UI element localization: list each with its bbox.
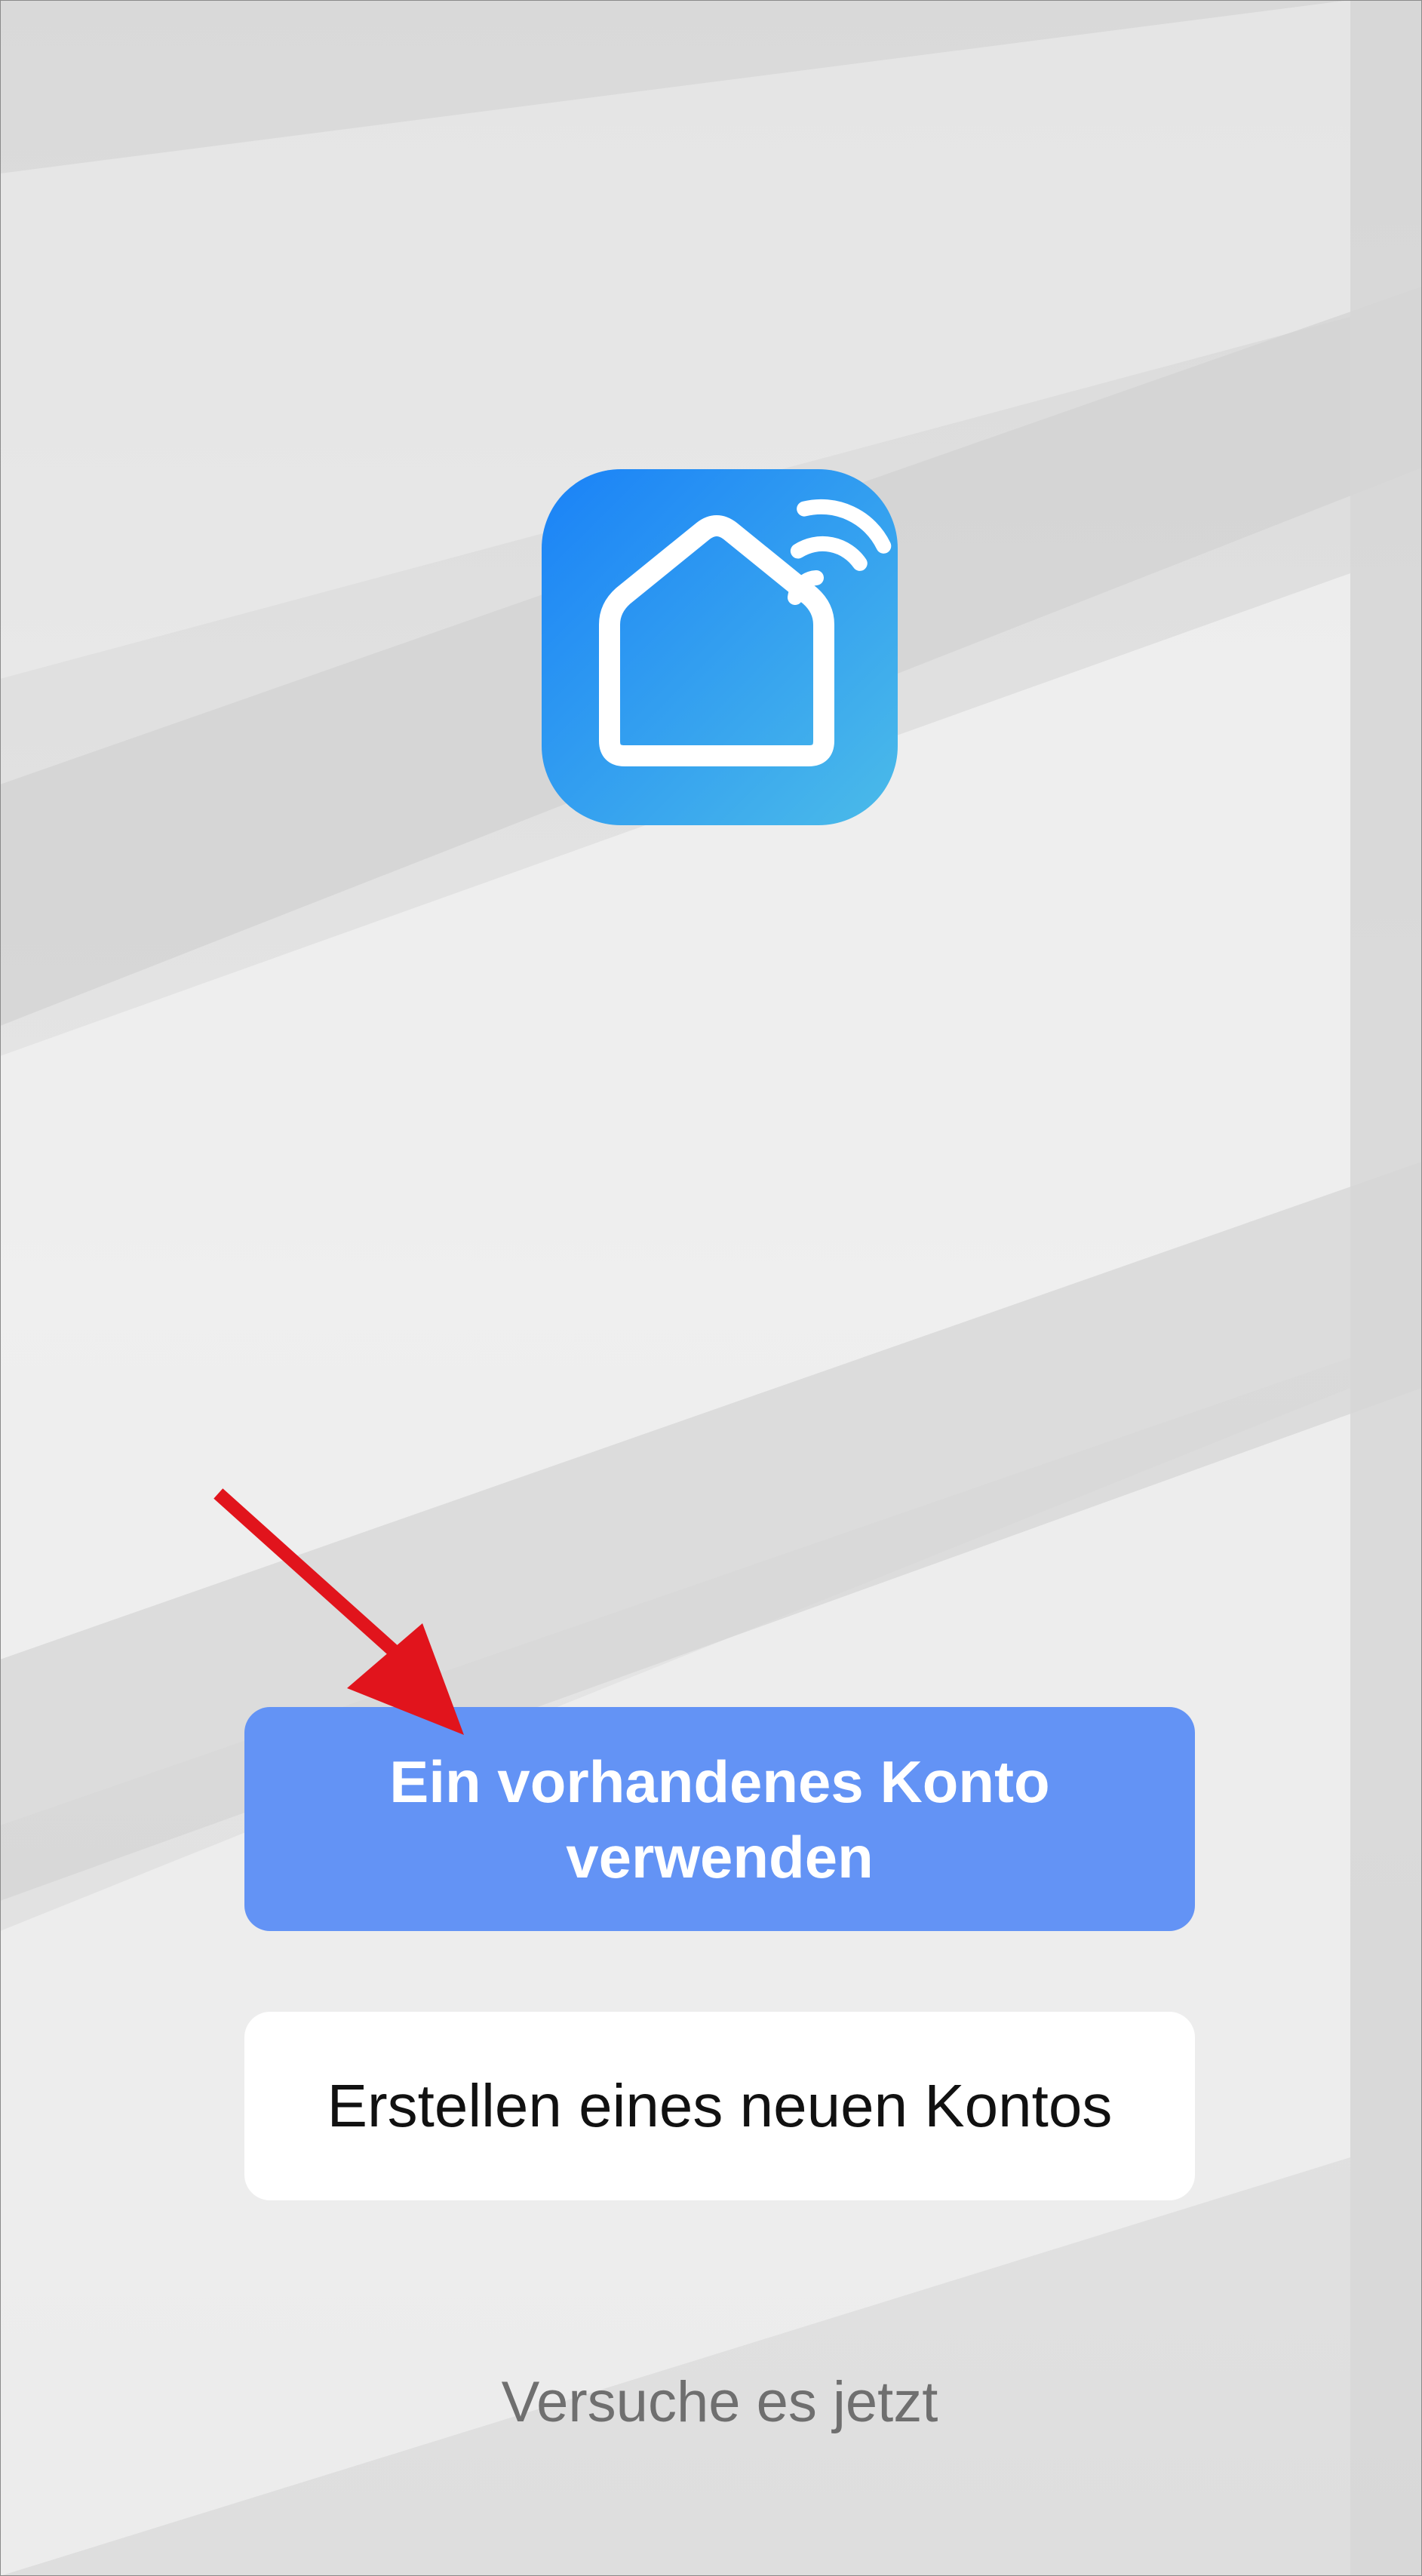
use-existing-account-button[interactable]: Ein vorhandenes Konto verwenden — [244, 1707, 1195, 1931]
create-account-button[interactable]: Erstellen eines neuen Kontos — [244, 2012, 1195, 2200]
house-wifi-icon — [542, 469, 898, 825]
smart-home-app-icon — [542, 469, 898, 825]
welcome-screen: Ein vorhandenes Konto verwenden Erstelle… — [0, 0, 1422, 2576]
create-account-label: Erstellen eines neuen Kontos — [327, 2072, 1113, 2139]
try-now-link[interactable]: Versuche es jetzt — [333, 2361, 1106, 2444]
use-existing-account-label: Ein vorhandenes Konto verwenden — [389, 1748, 1050, 1890]
